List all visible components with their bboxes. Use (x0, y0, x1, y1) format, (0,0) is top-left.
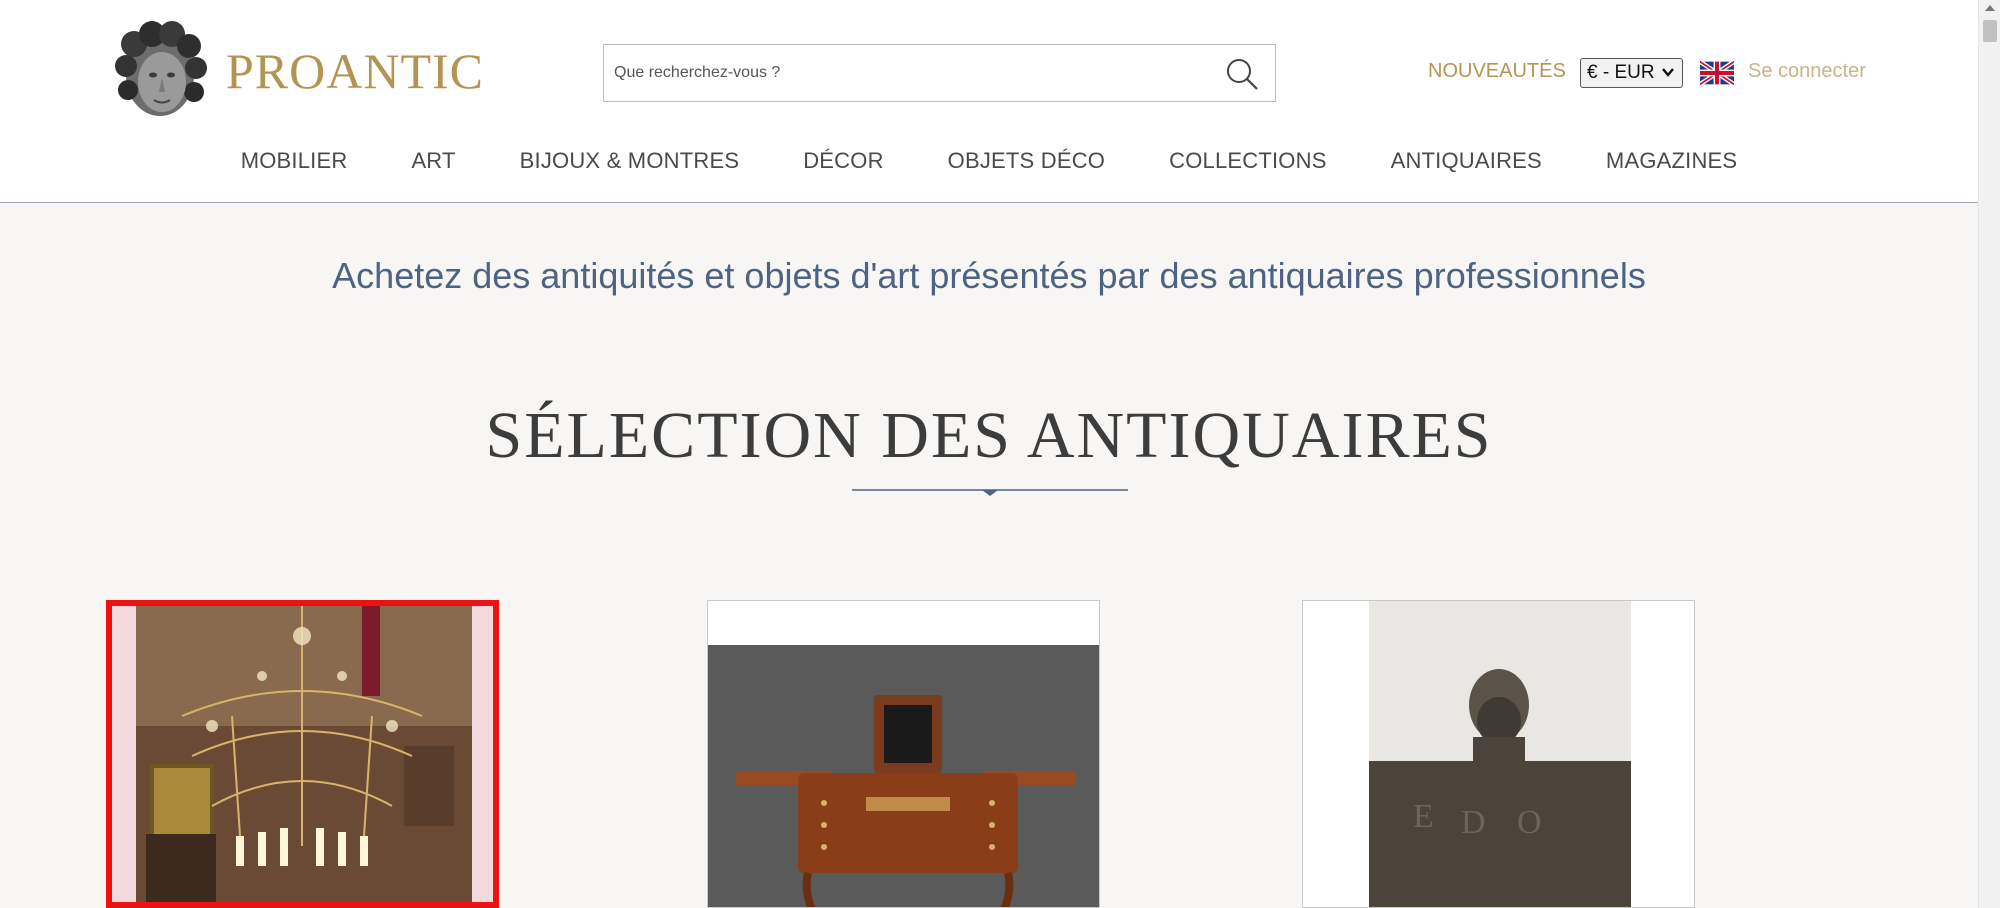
product-card[interactable] (106, 600, 499, 908)
search-icon[interactable] (1225, 57, 1259, 91)
logo[interactable]: PROANTIC (112, 20, 484, 122)
bronze-sculpture-photo: E D O (1303, 601, 1694, 907)
nav-item-art[interactable]: ART (411, 148, 455, 174)
new-arrivals-link[interactable]: NOUVEAUTÉS (1428, 60, 1566, 83)
product-card[interactable] (707, 600, 1100, 908)
dressing-table-photo (708, 601, 1099, 907)
nav-item-collections[interactable]: COLLECTIONS (1169, 148, 1326, 174)
logo-head-icon (115, 21, 207, 116)
nav-item-mobilier[interactable]: MOBILIER (241, 148, 348, 174)
brand-name: PROANTIC (226, 43, 485, 99)
main-nav: MOBILIER ART BIJOUX & MONTRES DÉCOR OBJE… (0, 148, 1978, 174)
scrollbar-thumb[interactable] (1983, 20, 1997, 42)
nav-item-decor[interactable]: DÉCOR (803, 148, 883, 174)
svg-text:E: E (1413, 798, 1434, 835)
svg-text:D: D (1461, 804, 1486, 841)
svg-text:O: O (1517, 804, 1542, 841)
search-box (603, 44, 1276, 102)
login-link[interactable]: Se connecter (1748, 60, 1866, 83)
nav-item-objets-deco[interactable]: OBJETS DÉCO (948, 148, 1105, 174)
search-input[interactable] (614, 45, 1194, 101)
scroll-up-arrow-icon[interactable] (1984, 4, 1996, 12)
currency-select[interactable]: € - EUR (1580, 58, 1683, 88)
tagline: Achetez des antiquités et objets d'art p… (332, 255, 1646, 296)
nav-item-antiquaires[interactable]: ANTIQUAIRES (1391, 148, 1542, 174)
currency-value: € - EUR (1587, 62, 1655, 83)
vertical-scrollbar[interactable] (1978, 0, 2000, 908)
chandelier-photo (112, 606, 493, 902)
uk-flag-icon[interactable] (1700, 61, 1734, 85)
section-title: SÉLECTION DES ANTIQUAIRES (485, 399, 1493, 472)
nav-item-bijoux-montres[interactable]: BIJOUX & MONTRES (520, 148, 740, 174)
chevron-down-icon (1662, 68, 1674, 77)
product-card[interactable]: E D O (1302, 600, 1695, 908)
title-divider (852, 489, 1128, 496)
site-header: PROANTIC NOUVEAUTÉS € - EUR Se connecter… (0, 0, 1978, 203)
nav-item-magazines[interactable]: MAGAZINES (1606, 148, 1737, 174)
